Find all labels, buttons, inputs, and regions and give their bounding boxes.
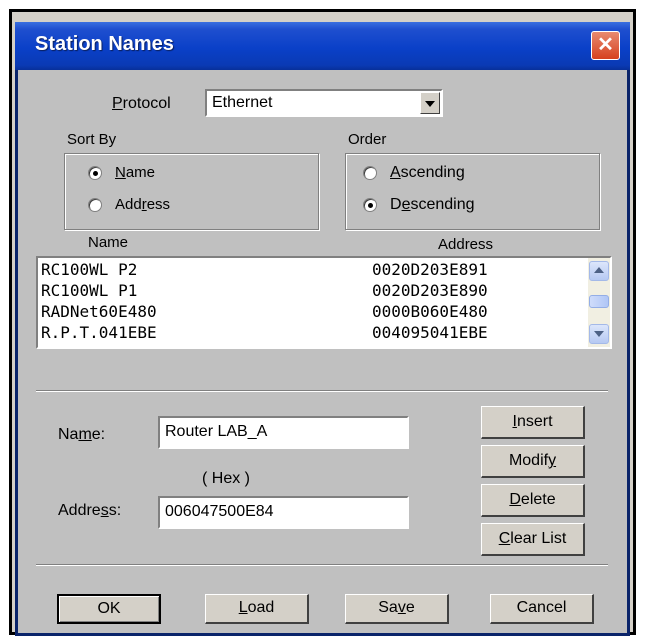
station-list[interactable]: RC100WL P2 0020D203E891 RC100WL P1 0020D20… — [36, 256, 612, 349]
list-item[interactable]: RC100WL P1 0020D203E890 — [41, 281, 488, 300]
chevron-down-icon — [594, 331, 604, 337]
list-item[interactable]: RC100WL P2 0020D203E891 — [41, 260, 488, 279]
cancel-button[interactable]: Cancel — [490, 594, 594, 624]
save-button[interactable]: Save — [345, 594, 449, 624]
sort-by-name-option[interactable]: Name — [88, 164, 288, 184]
order-ascending-option[interactable]: Ascending — [363, 164, 563, 184]
sort-by-address-option[interactable]: Address — [88, 196, 288, 216]
close-icon: ✕ — [597, 34, 614, 56]
name-label: Name: — [58, 426, 106, 443]
order-title: Order — [348, 131, 387, 148]
chevron-down-icon — [425, 101, 435, 107]
address-input[interactable]: 006047500E84 — [158, 496, 409, 529]
list-scrollbar[interactable] — [588, 258, 610, 347]
separator — [36, 564, 608, 566]
separator — [36, 390, 608, 392]
delete-button[interactable]: Delete — [481, 484, 585, 517]
list-item[interactable]: RADNet60E480 0000B060E480 — [41, 302, 488, 321]
sort-by-name-radio[interactable] — [88, 166, 102, 180]
protocol-select[interactable]: Ethernet — [205, 89, 443, 117]
scroll-up-button[interactable] — [589, 261, 609, 281]
scroll-thumb[interactable] — [589, 295, 609, 308]
window-title: Station Names — [35, 33, 174, 55]
sort-by-title: Sort By — [67, 131, 117, 148]
sort-by-name-label: Name — [115, 164, 156, 181]
sort-by-address-radio[interactable] — [88, 198, 102, 212]
dialog-client-area: Protocol Ethernet Sort By Name Address O… — [18, 70, 627, 633]
chevron-up-icon — [594, 267, 604, 273]
sort-by-address-label: Address — [115, 196, 171, 213]
close-button[interactable]: ✕ — [591, 31, 620, 60]
list-header-name: Name — [88, 234, 129, 251]
name-input[interactable]: Router LAB_A — [158, 416, 409, 449]
load-button[interactable]: Load — [205, 594, 309, 624]
radio-dot-icon — [93, 171, 98, 176]
protocol-label: Protocol — [112, 95, 171, 112]
address-label: Address: — [58, 502, 122, 519]
modify-button[interactable]: Modify — [481, 445, 585, 478]
list-header-address: Address — [438, 236, 494, 253]
order-ascending-radio[interactable] — [363, 166, 377, 180]
clear-list-button[interactable]: Clear List — [481, 523, 585, 556]
order-descending-option[interactable]: Descending — [363, 196, 563, 216]
list-item[interactable]: R.P.T.041EBE 004095041EBE — [41, 323, 488, 342]
ok-button[interactable]: OK — [57, 594, 161, 624]
hex-label: ( Hex ) — [202, 470, 250, 487]
protocol-dropdown-button[interactable] — [420, 92, 440, 114]
title-bar[interactable]: Station Names ✕ — [15, 22, 630, 70]
radio-dot-icon — [368, 203, 373, 208]
protocol-value: Ethernet — [212, 94, 273, 111]
insert-button[interactable]: Insert — [481, 406, 585, 439]
order-ascending-label: Ascending — [390, 164, 465, 181]
order-descending-label: Descending — [390, 196, 475, 213]
order-descending-radio[interactable] — [363, 198, 377, 212]
scroll-down-button[interactable] — [589, 324, 609, 344]
